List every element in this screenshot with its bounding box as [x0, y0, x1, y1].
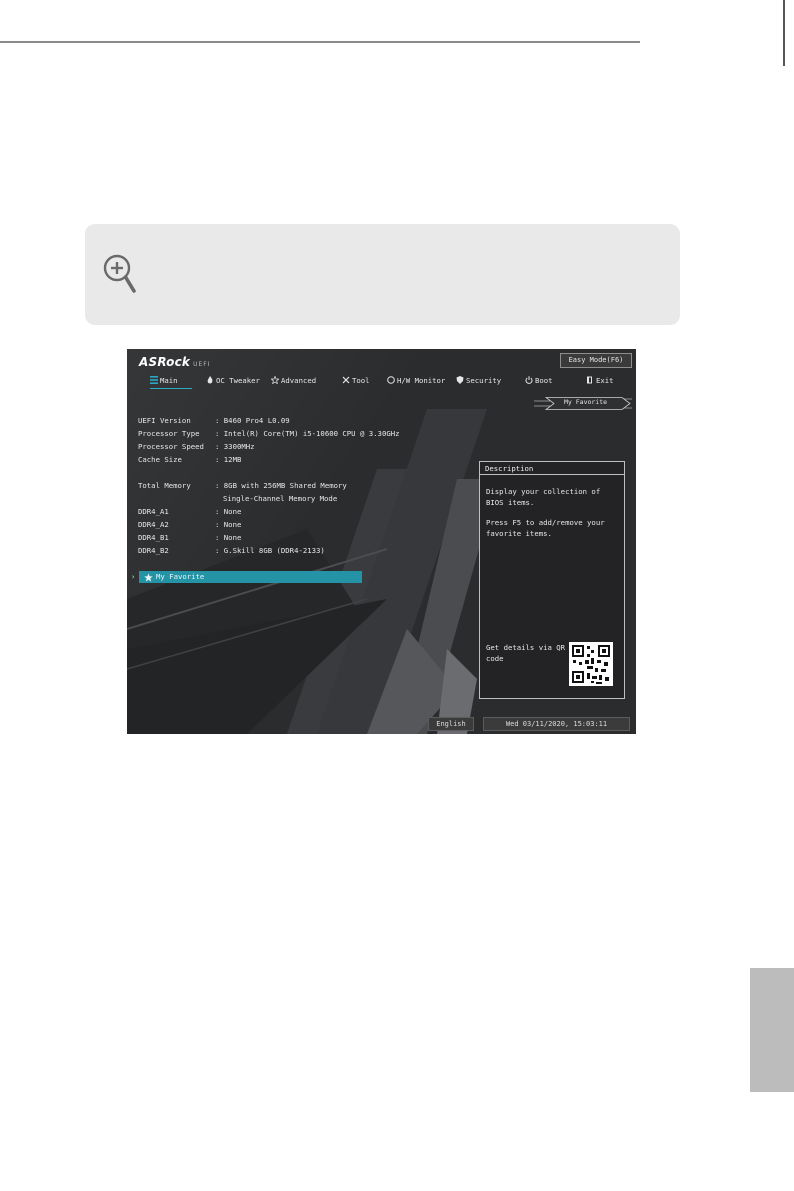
- bios-screenshot: ASRock UEFI Easy Mode(F6) Main OC Tweaker…: [127, 349, 636, 734]
- easy-mode-button[interactable]: Easy Mode(F6): [560, 353, 632, 368]
- asrock-logo: ASRock UEFI: [139, 355, 211, 369]
- info-value: Single-Channel Memory Mode: [223, 494, 338, 503]
- tab-main-underline: [150, 388, 192, 389]
- info-label: DDR4_A1: [138, 507, 169, 516]
- info-value: : None: [215, 520, 242, 529]
- datetime-display: Wed 03/11/2020, 15:03:11: [483, 717, 630, 731]
- info-value: : B460 Pro4 L0.09: [215, 416, 290, 425]
- exit-icon: [587, 376, 592, 384]
- crop-mark: [783, 0, 785, 66]
- qr-caption: Get details via QR code: [486, 643, 566, 663]
- info-label: DDR4_B1: [138, 533, 169, 542]
- tab-main[interactable]: Main: [150, 376, 178, 386]
- tab-exit[interactable]: Exit: [586, 376, 614, 386]
- info-value: : 3300MHz: [215, 442, 255, 451]
- language-side-tab: [750, 968, 794, 1092]
- description-title: Description: [480, 462, 624, 475]
- tab-advanced[interactable]: Advanced: [271, 376, 316, 386]
- selection-arrow-icon: ›: [131, 573, 136, 581]
- info-value: : Intel(R) Core(TM) i5-10600 CPU @ 3.30G…: [215, 429, 400, 438]
- tab-tool[interactable]: Tool: [342, 376, 370, 386]
- info-value: : None: [215, 533, 242, 542]
- info-label: Total Memory: [138, 481, 191, 490]
- tab-security[interactable]: Security: [456, 376, 501, 386]
- tab-boot[interactable]: Boot: [525, 376, 553, 386]
- list-icon: [150, 376, 158, 384]
- info-value: : G.Skill 8GB (DDR4-2133): [215, 546, 325, 555]
- info-label: Processor Speed: [138, 442, 204, 451]
- star-icon: [144, 573, 153, 582]
- info-label: DDR4_A2: [138, 520, 169, 529]
- my-favorite-tag[interactable]: My Favorite: [564, 398, 607, 406]
- description-text: Display your collection of BIOS items.: [486, 487, 601, 507]
- my-favorite-label: My Favorite: [156, 572, 205, 581]
- power-icon: [525, 376, 533, 384]
- language-button[interactable]: English: [428, 717, 474, 731]
- description-panel: Description Display your collection of B…: [479, 461, 625, 699]
- flame-icon: [207, 376, 213, 384]
- info-value: : None: [215, 507, 242, 516]
- bios-nav-bar: Main OC Tweaker Advanced Tool H/W Monito…: [127, 376, 636, 388]
- note-box: [85, 224, 680, 325]
- info-value: : 8GB with 256MB Shared Memory: [215, 481, 347, 490]
- tab-hw-monitor[interactable]: H/W Monitor: [387, 376, 445, 386]
- shield-icon: [456, 376, 464, 384]
- header-rule: [0, 41, 640, 43]
- description-text: Press F5 to add/remove your favorite ite…: [486, 518, 605, 538]
- star-outline-icon: [271, 376, 279, 384]
- tab-oc-tweaker[interactable]: OC Tweaker: [206, 376, 260, 386]
- info-label: UEFI Version: [138, 416, 191, 425]
- zoom-in-icon: [103, 254, 136, 293]
- info-value: : 12MB: [215, 455, 242, 464]
- info-label: Processor Type: [138, 429, 200, 438]
- monitor-icon: [387, 376, 395, 384]
- info-label: DDR4_B2: [138, 546, 169, 555]
- info-label: Cache Size: [138, 455, 182, 464]
- tools-icon: [342, 376, 350, 384]
- my-favorite-item[interactable]: My Favorite: [139, 571, 362, 583]
- qr-code-icon[interactable]: [569, 642, 613, 686]
